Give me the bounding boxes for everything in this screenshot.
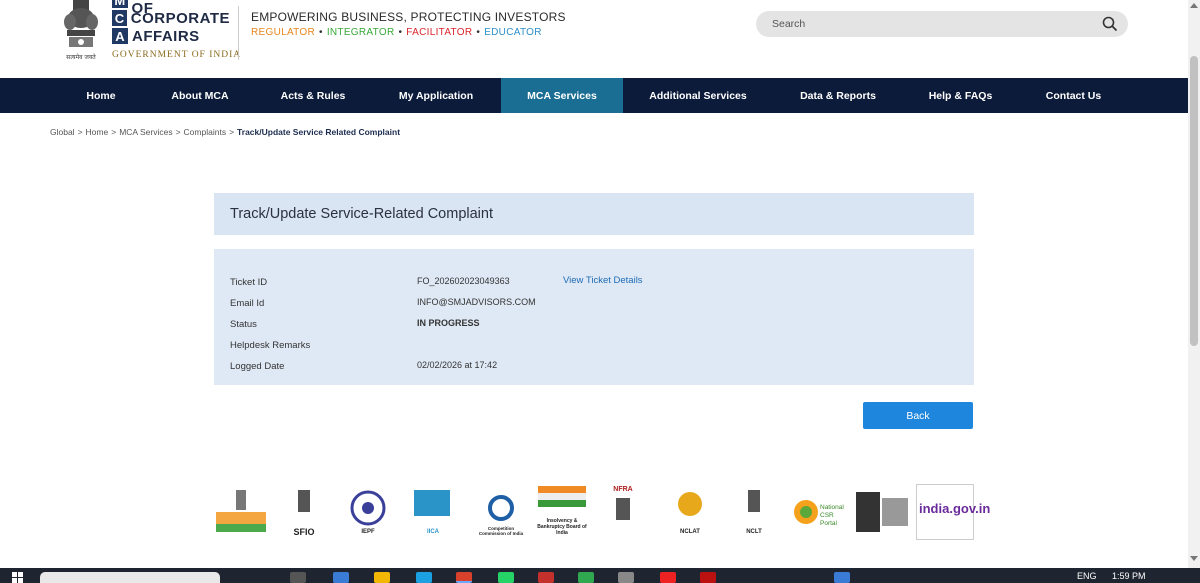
page-title: Track/Update Service-Related Complaint [214,193,974,235]
nav-mca-services[interactable]: MCA Services [501,78,623,113]
app-icon[interactable] [538,572,554,583]
view-ticket-details-link[interactable]: View Ticket Details [563,275,643,286]
nfra-caption: NFRA [613,486,633,493]
taskbar-clock[interactable]: 1:59 PM [1112,571,1146,581]
taskbar-search[interactable] [40,572,220,583]
india-gov-caption: india.gov.in [919,501,991,516]
status-label: Status [230,319,257,330]
emblem-motto: सत्यमेव जयते [66,54,96,61]
logo-word: AFFAIRS [132,27,200,45]
nav-items: Home About MCA Acts & Rules My Applicati… [0,78,1188,113]
complaint-details: Ticket ID FO_202602023049363 View Ticket… [214,249,974,385]
iepf-caption: IEPF [361,529,375,535]
task-view-icon[interactable] [290,572,306,583]
partner-logo-nfra[interactable]: NFRA [600,484,646,540]
ticket-id-value: FO_202602023049363 [417,276,510,286]
windows-start-icon[interactable] [12,572,24,583]
partner-logo-iepf[interactable]: IEPF [348,484,388,540]
scroll-thumb[interactable] [1190,56,1198,346]
logged-date-label: Logged Date [230,361,285,372]
breadcrumb-global[interactable]: Global [50,127,75,137]
logged-date-value: 02/02/2026 at 17:42 [417,360,498,370]
logo-letter-box: C [112,10,127,26]
breadcrumb-complaints[interactable]: Complaints [184,127,227,137]
partner-logos: SFIO IEPF IICA Competition Commission of… [212,484,990,540]
search-box[interactable]: Search [756,11,1128,37]
excel-icon[interactable] [578,572,594,583]
nclat-caption: NCLAT [680,529,700,535]
ibbi-caption: Insolvency & Bankruptcy Board of India [537,518,587,536]
role-educator: EDUCATOR [484,27,542,38]
nav-help-faqs[interactable]: Help & FAQs [913,78,1008,113]
breadcrumb-home[interactable]: Home [86,127,109,137]
partner-logo-ibbi[interactable]: Insolvency & Bankruptcy Board of India [534,484,590,540]
awareness-emblem-icon [856,492,908,532]
search-icon[interactable] [1102,16,1118,32]
nav-contact-us[interactable]: Contact Us [1028,78,1119,113]
role-integrator: INTEGRATOR [326,27,395,38]
page: सत्यमेव जयते M MINISTRY OF C CORPORATE A… [0,0,1200,583]
app-icon[interactable] [333,572,349,583]
site-header: सत्यमेव जयते M MINISTRY OF C CORPORATE A… [0,0,1188,78]
back-button[interactable]: Back [863,402,973,429]
app-icon[interactable] [618,572,634,583]
email-value: INFO@SMJADVISORS.COM [417,297,536,307]
breadcrumb: Global > Home > MCA Services > Complaints > Trac… [50,127,401,137]
partner-logo-cci[interactable]: Competition Commission of India [478,484,524,540]
ticket-id-label: Ticket ID [230,277,268,288]
breadcrumb-current: Track/Update Service Related Complaint [237,127,401,137]
scroll-up-icon[interactable] [1190,3,1198,8]
partner-logo-iica[interactable]: IICA [410,484,456,540]
edge-icon[interactable] [416,572,432,583]
iica-caption: IICA [427,529,439,535]
whatsapp-icon[interactable] [498,572,514,583]
breadcrumb-mca-services[interactable]: MCA Services [119,127,172,137]
cci-caption: Competition Commission of India [478,526,524,536]
status-value: IN PROGRESS [417,318,480,328]
page-scrollbar[interactable] [1188,0,1200,568]
chrome-icon[interactable] [456,572,472,583]
mca-emblem-icon [216,490,266,532]
scroll-down-icon[interactable] [1190,556,1198,561]
language-indicator[interactable]: ENG [1077,571,1097,581]
nav-my-application[interactable]: My Application [380,78,492,113]
nav-additional-services[interactable]: Additional Services [636,78,760,113]
logo-line-3: A AFFAIRS [112,27,230,45]
logo-line-2: C CORPORATE [112,9,230,27]
partner-logo-iepf-hindi[interactable] [854,484,910,540]
sfio-caption: SFIO [293,527,315,537]
gmail-icon[interactable] [700,572,716,583]
nclt-caption: NCLT [746,529,762,535]
logo-letter-box: M [112,0,128,8]
header-divider [238,6,239,60]
role-regulator: REGULATOR [251,27,316,38]
email-label: Email Id [230,298,265,309]
file-explorer-icon[interactable] [374,572,390,583]
partner-logo-nclt[interactable]: NCLT [732,484,776,540]
logo-letter-box: A [112,28,128,44]
logo-word: CORPORATE [130,9,230,27]
nav-home[interactable]: Home [60,78,142,113]
nav-acts-rules[interactable]: Acts & Rules [265,78,361,113]
header-roles: REGULATOR • INTEGRATOR • FACILITATOR • EDUCATO… [251,27,542,38]
nav-data-reports[interactable]: Data & Reports [783,78,893,113]
search-input[interactable]: Search [772,18,805,30]
nav-about-mca[interactable]: About MCA [155,78,245,113]
remarks-label: Helpdesk Remarks [230,340,311,351]
partner-logo-nclat[interactable]: NCLAT [668,484,712,540]
partner-logo-csr[interactable]: National CSR Portal [790,484,846,540]
os-taskbar: ENG 1:59 PM [0,568,1200,583]
header-tagline: EMPOWERING BUSINESS, PROTECTING INVESTOR… [251,10,566,24]
partner-logo-india-gov[interactable]: india.gov.in [916,484,990,540]
csr-caption: National CSR Portal [820,504,844,527]
partner-logo-sfio[interactable]: SFIO [284,484,324,540]
role-facilitator: FACILITATOR [406,27,473,38]
logo-line-1: M MINISTRY OF [112,0,230,17]
opera-icon[interactable] [660,572,676,583]
partner-logo-mca[interactable] [212,484,270,540]
notification-app-icon[interactable] [834,572,850,583]
government-of-india-label: GOVERNMENT OF INDIA [112,50,242,60]
